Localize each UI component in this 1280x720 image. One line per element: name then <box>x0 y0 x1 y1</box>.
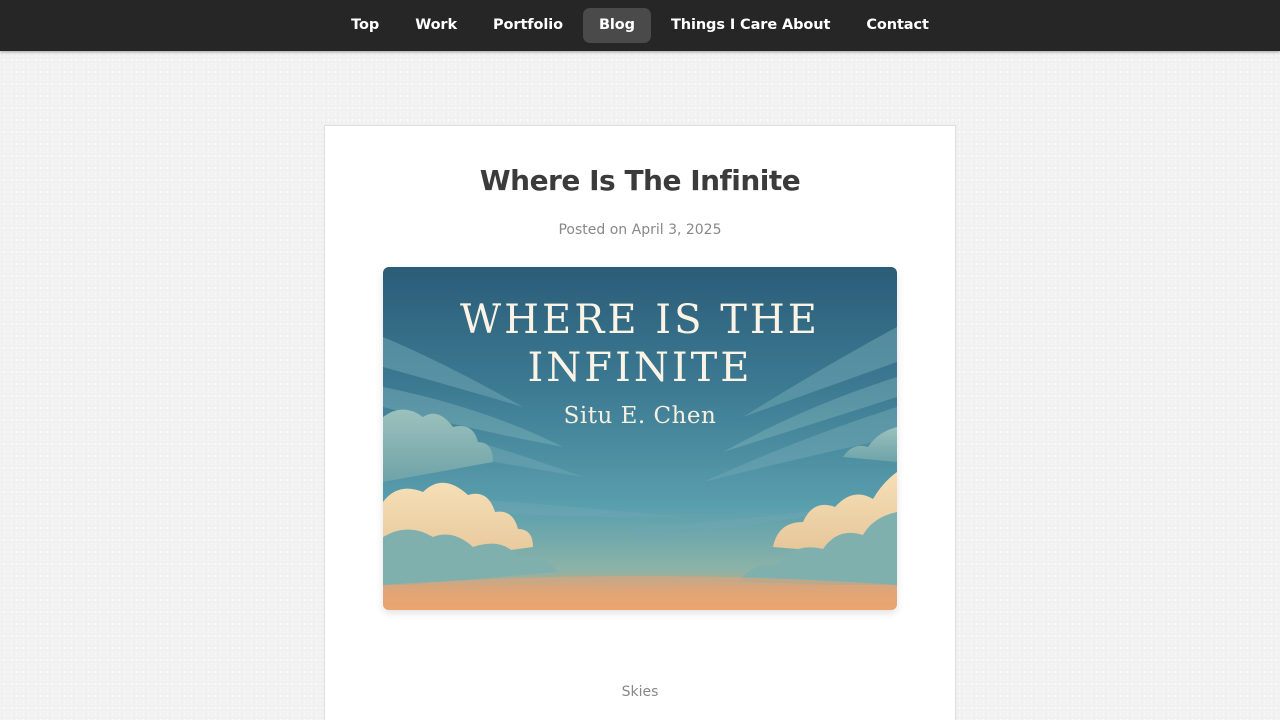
post-title[interactable]: Where Is The Infinite <box>325 164 955 197</box>
nav-item-things-i-care-about[interactable]: Things I Care About <box>655 8 846 43</box>
nav-item-contact[interactable]: Contact <box>850 8 944 43</box>
post-category[interactable]: Skies <box>325 684 955 700</box>
nav-item-top[interactable]: Top <box>335 8 395 43</box>
top-navbar: Top Work Portfolio Blog Things I Care Ab… <box>0 0 1280 51</box>
blog-post-card: Where Is The Infinite Posted on April 3,… <box>324 125 956 720</box>
nav-item-work[interactable]: Work <box>399 8 473 43</box>
cover-author: Situ E. Chen <box>563 403 717 429</box>
cover-title-line-2: INFINITE <box>527 345 753 391</box>
active-nav-caret-icon <box>622 44 630 50</box>
post-cover-image[interactable]: WHERE IS THE INFINITE Situ E. Chen <box>383 267 897 610</box>
cover-title-line-1: WHERE IS THE <box>460 297 820 343</box>
nav-menu: Top Work Portfolio Blog Things I Care Ab… <box>0 0 1280 51</box>
nav-item-portfolio[interactable]: Portfolio <box>477 8 579 43</box>
post-date: Posted on April 3, 2025 <box>558 222 722 238</box>
nav-item-blog[interactable]: Blog <box>582 8 651 43</box>
